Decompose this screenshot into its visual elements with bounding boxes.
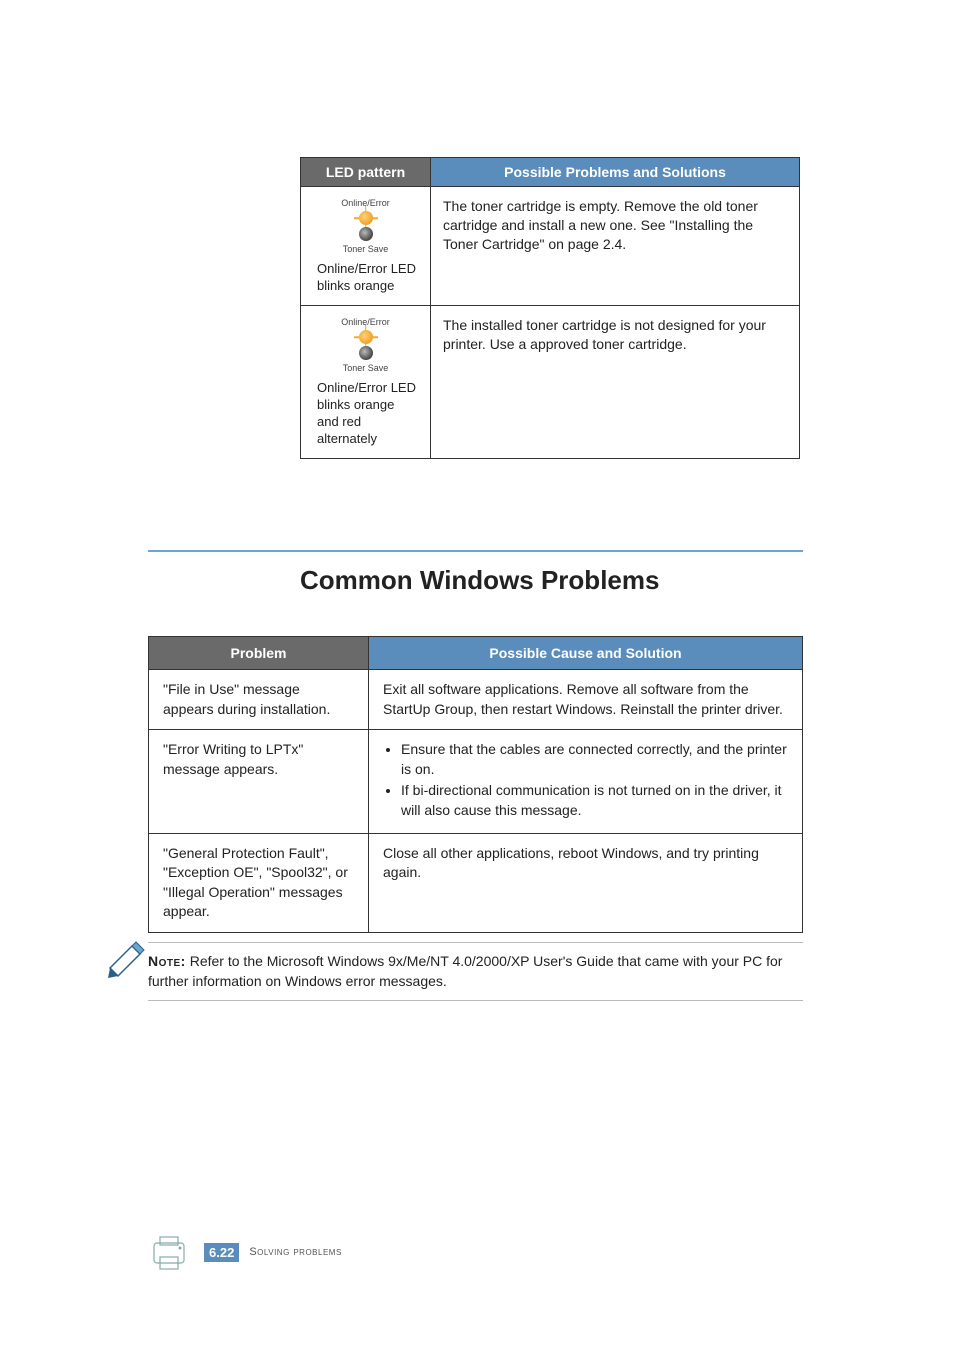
- table-row: Online/Error Toner Save Online/Error LED…: [301, 187, 800, 306]
- printer-icon: [148, 1229, 194, 1275]
- note-label: Note:: [148, 953, 186, 969]
- problem-text: "Error Writing to LPTx" message appears.: [149, 730, 369, 833]
- solution-text: Exit all software applications. Remove a…: [369, 670, 803, 730]
- table-row: "File in Use" message appears during ins…: [149, 670, 803, 730]
- windows-problems-table: Problem Possible Cause and Solution "Fil…: [148, 636, 803, 933]
- led-caption: Online/Error LED blinks orange and red a…: [313, 380, 418, 448]
- led-indicator-icon: Online/Error Toner Save: [313, 197, 418, 255]
- solution-text: Close all other applications, reboot Win…: [369, 833, 803, 932]
- table-row: Online/Error Toner Save Online/Error LED…: [301, 306, 800, 459]
- led-solution-text: The toner cartridge is empty. Remove the…: [431, 187, 800, 306]
- note-block: Note: Refer to the Microsoft Windows 9x/…: [148, 942, 803, 1001]
- page-footer: 6.22 Solving problems: [148, 1229, 342, 1275]
- problem-text: "General Protection Fault", "Exception O…: [149, 833, 369, 932]
- led-table-header-solutions: Possible Problems and Solutions: [431, 158, 800, 187]
- page-number-badge: 6.22: [204, 1243, 239, 1262]
- problem-text: "File in Use" message appears during ins…: [149, 670, 369, 730]
- led-table-header-pattern: LED pattern: [301, 158, 431, 187]
- led-off-icon: [359, 227, 373, 241]
- led-off-icon: [359, 346, 373, 360]
- led-indicator-icon: Online/Error Toner Save: [313, 316, 418, 374]
- led-pattern-table: LED pattern Possible Problems and Soluti…: [300, 157, 800, 459]
- table-row: "General Protection Fault", "Exception O…: [149, 833, 803, 932]
- heading-divider: [148, 550, 803, 552]
- list-item: If bi-directional communication is not t…: [401, 781, 788, 820]
- section-heading: Common Windows Problems: [300, 565, 659, 596]
- led-orange-icon: [359, 330, 373, 344]
- footer-section-text: Solving problems: [249, 1246, 342, 1258]
- note-icon: [106, 934, 152, 980]
- solution-list: Ensure that the cables are connected cor…: [383, 740, 788, 820]
- led-caption: Online/Error LED blinks orange: [313, 261, 418, 295]
- table-row: "Error Writing to LPTx" message appears.…: [149, 730, 803, 833]
- win-table-header-solution: Possible Cause and Solution: [369, 637, 803, 670]
- list-item: Ensure that the cables are connected cor…: [401, 740, 788, 779]
- win-table-header-problem: Problem: [149, 637, 369, 670]
- note-body: Refer to the Microsoft Windows 9x/Me/NT …: [148, 953, 782, 989]
- led-orange-icon: [359, 211, 373, 225]
- led-solution-text: The installed toner cartridge is not des…: [431, 306, 800, 459]
